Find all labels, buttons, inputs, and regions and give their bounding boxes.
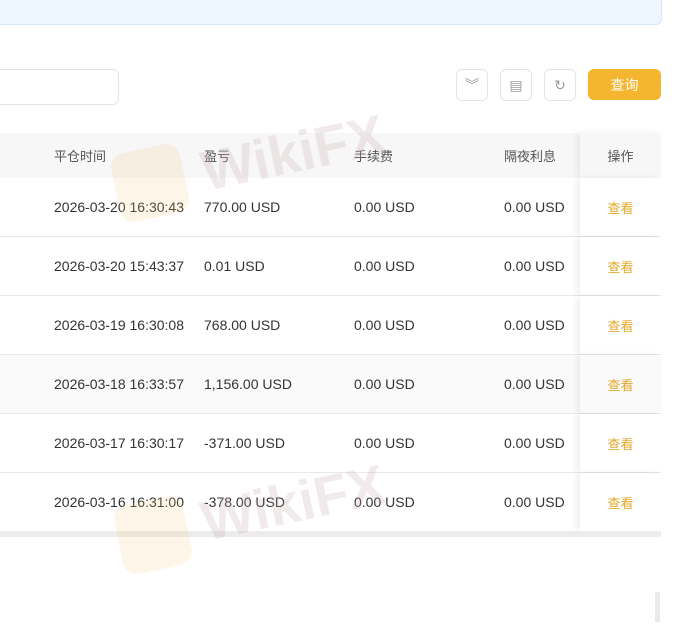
- action-cell: 查看: [580, 237, 661, 295]
- close-time-cell: 2026-03-19 16:30:08: [54, 317, 184, 333]
- view-link[interactable]: 查看: [607, 434, 633, 453]
- pnl-cell: 0.01 USD: [204, 258, 265, 274]
- table-row: 2026-03-18 16:33:57 1,156.00 USD 0.00 US…: [0, 355, 661, 414]
- swap-cell: 0.00 USD: [504, 258, 565, 274]
- vertical-scrollbar[interactable]: [655, 592, 660, 622]
- watermark-logo: [111, 493, 195, 577]
- double-chevron-down-icon: ︾: [465, 77, 479, 93]
- header-action: 操作: [580, 133, 661, 178]
- pnl-cell: 768.00 USD: [204, 317, 281, 333]
- fee-cell: 0.00 USD: [354, 494, 415, 510]
- header-fee: 手续费: [354, 149, 394, 164]
- table-row: 2026-03-17 16:30:17 -371.00 USD 0.00 USD…: [0, 414, 661, 473]
- table-row: 2026-03-19 16:30:08 768.00 USD 0.00 USD …: [0, 296, 661, 355]
- info-banner: [0, 0, 662, 25]
- table-row: 2026-03-20 16:30:43 770.00 USD 0.00 USD …: [0, 178, 661, 237]
- fee-cell: 0.00 USD: [354, 317, 415, 333]
- expand-filters-button[interactable]: ︾: [456, 69, 488, 101]
- header-pnl: 盈亏: [204, 149, 231, 164]
- horizontal-scrollbar[interactable]: [0, 531, 661, 537]
- pnl-cell: 770.00 USD: [204, 199, 281, 215]
- pnl-cell: -378.00 USD: [204, 494, 285, 510]
- swap-cell: 0.00 USD: [504, 317, 565, 333]
- table-row: 2026-03-20 15:43:37 0.01 USD 0.00 USD 0.…: [0, 237, 661, 296]
- fee-cell: 0.00 USD: [354, 199, 415, 215]
- fee-cell: 0.00 USD: [354, 435, 415, 451]
- watermark-logo: [108, 141, 192, 225]
- pnl-cell: -371.00 USD: [204, 435, 285, 451]
- export-button[interactable]: ▤: [500, 69, 532, 101]
- action-cell: 查看: [580, 355, 661, 413]
- pnl-cell: 1,156.00 USD: [204, 376, 292, 392]
- view-link[interactable]: 查看: [607, 375, 633, 394]
- action-cell: 查看: [580, 178, 661, 236]
- view-link[interactable]: 查看: [607, 257, 633, 276]
- refresh-icon: ↻: [554, 76, 566, 93]
- action-cell: 查看: [580, 414, 661, 472]
- fee-cell: 0.00 USD: [354, 258, 415, 274]
- query-button[interactable]: 查询: [588, 69, 661, 100]
- action-cell: 查看: [580, 473, 661, 531]
- refresh-button[interactable]: ↻: [544, 69, 576, 101]
- trade-history-table: 平仓时间 盈亏 手续费 隔夜利息 操作 2026-03-20 16:30:43 …: [0, 133, 661, 532]
- action-cell: 查看: [580, 296, 661, 354]
- table-header: 平仓时间 盈亏 手续费 隔夜利息 操作: [0, 133, 661, 178]
- close-time-cell: 2026-03-18 16:33:57: [54, 376, 184, 392]
- view-link[interactable]: 查看: [607, 198, 633, 217]
- swap-cell: 0.00 USD: [504, 199, 565, 215]
- swap-cell: 0.00 USD: [504, 435, 565, 451]
- view-link[interactable]: 查看: [607, 493, 633, 512]
- swap-cell: 0.00 USD: [504, 376, 565, 392]
- fee-cell: 0.00 USD: [354, 376, 415, 392]
- swap-cell: 0.00 USD: [504, 494, 565, 510]
- search-input[interactable]: [0, 69, 119, 105]
- header-swap: 隔夜利息: [504, 149, 557, 164]
- close-time-cell: 2026-03-17 16:30:17: [54, 435, 184, 451]
- close-time-cell: 2026-03-20 15:43:37: [54, 258, 184, 274]
- table-row: 2026-03-16 16:31:00 -378.00 USD 0.00 USD…: [0, 473, 661, 532]
- excel-export-icon: ▤: [509, 76, 523, 93]
- view-link[interactable]: 查看: [607, 316, 633, 335]
